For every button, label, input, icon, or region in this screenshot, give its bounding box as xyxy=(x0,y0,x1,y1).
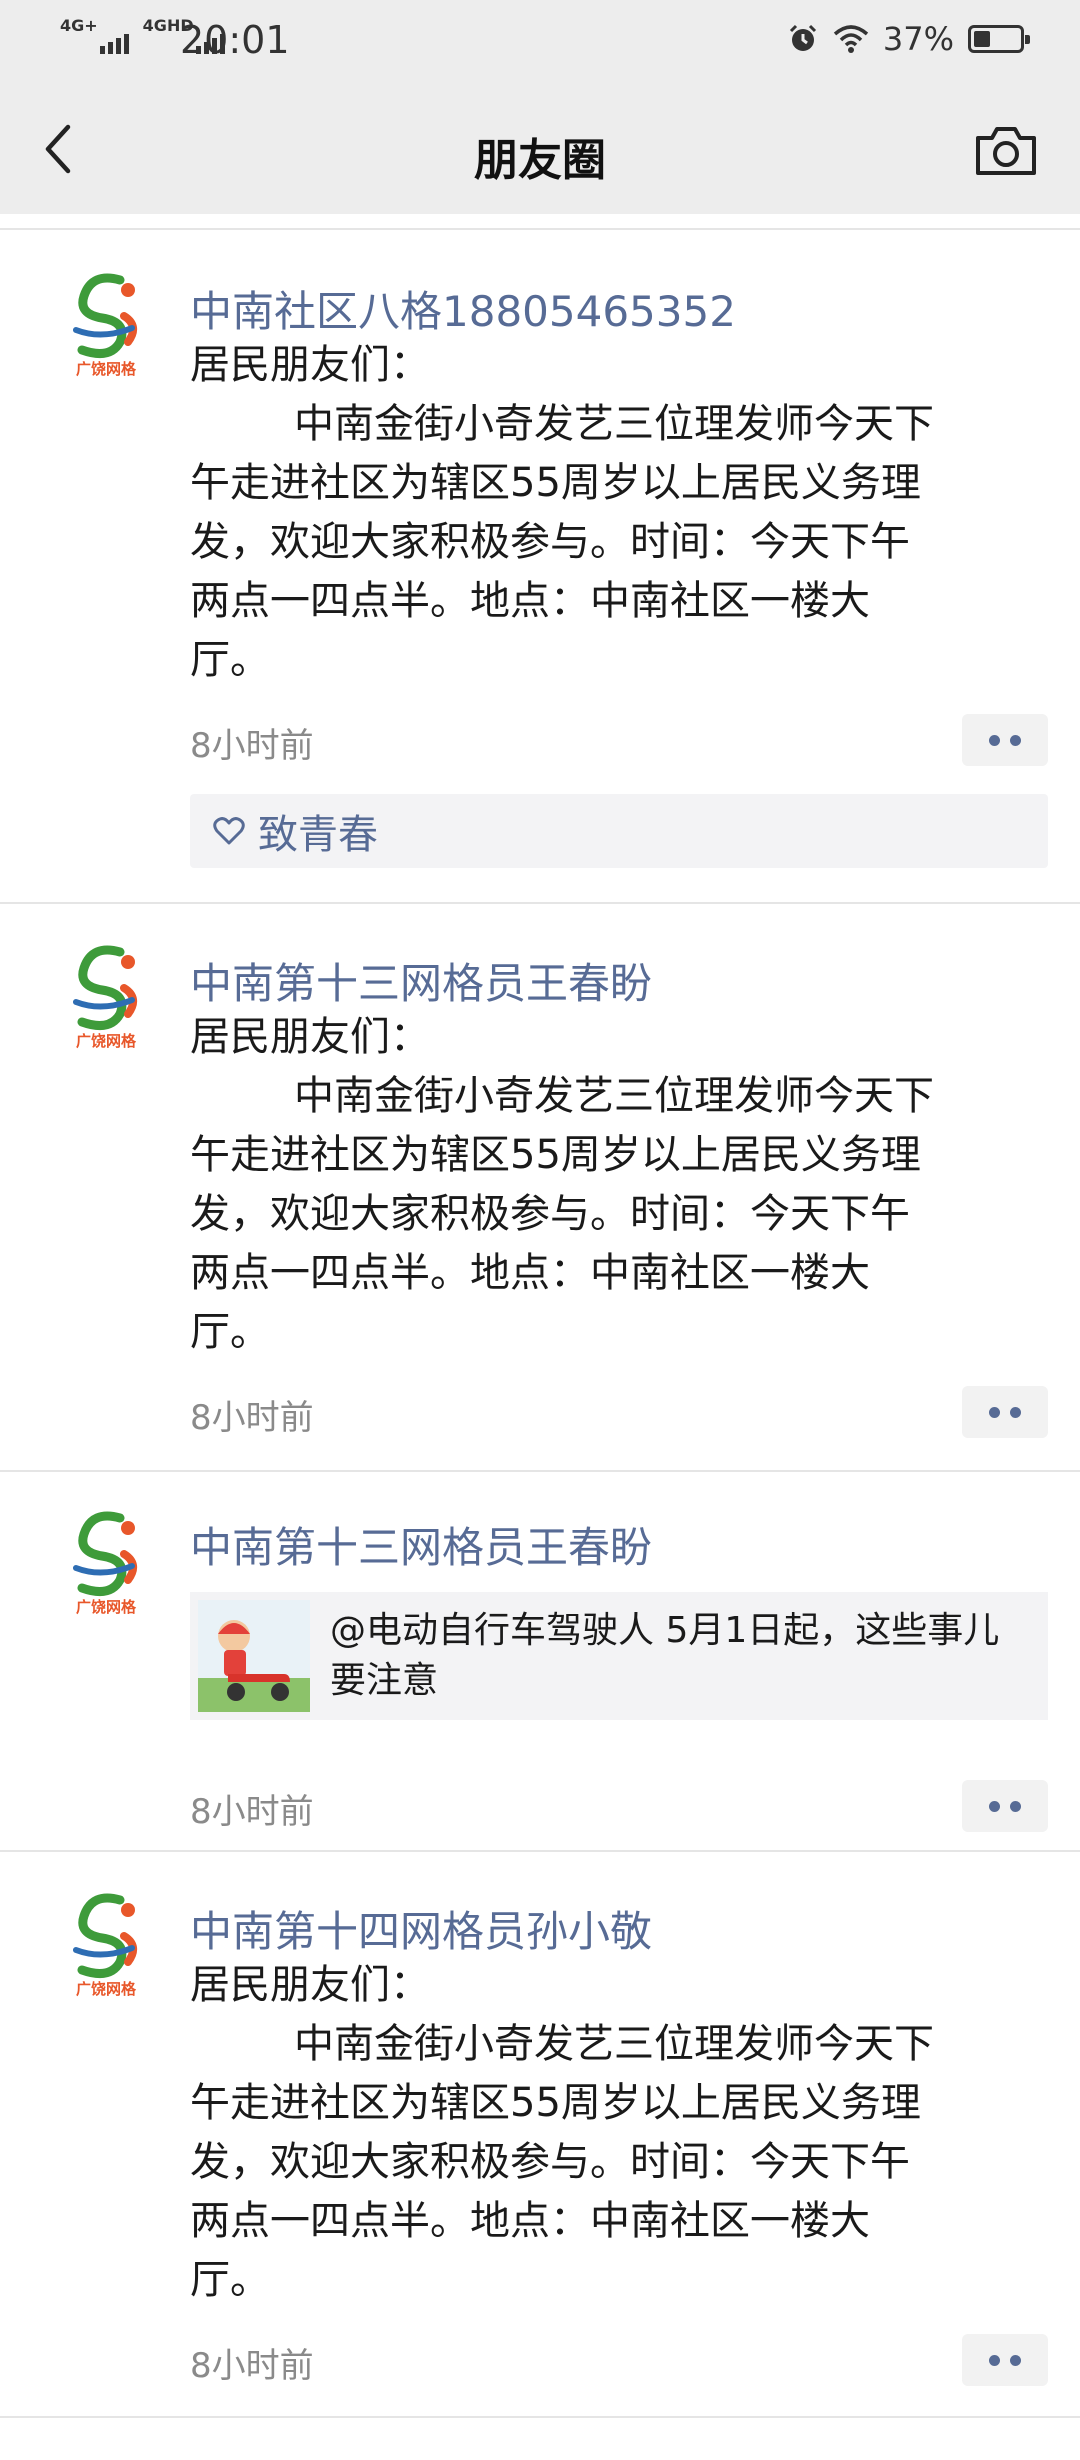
post-greeting: 居民朋友们： xyxy=(190,1014,430,1060)
post-greeting: 居民朋友们： xyxy=(190,342,430,388)
avatar[interactable]: 广饶网格 xyxy=(62,942,150,1050)
post-greeting: 居民朋友们： xyxy=(190,1962,430,2008)
article-line: @电动自行车驾驶人 5月1日起，这些事儿 xyxy=(330,1610,1000,1651)
post-line: 厅。 xyxy=(190,637,270,683)
divider xyxy=(0,228,1080,230)
post-line: 午走进社区为辖区55周岁以上居民义务理 xyxy=(190,2080,921,2126)
article-line: 要注意 xyxy=(330,1660,439,1701)
divider xyxy=(0,1850,1080,1852)
post-line: 两点一四点半。地点：中南社区一楼大 xyxy=(190,578,870,624)
alarm-icon xyxy=(789,24,816,51)
post-author[interactable]: 中南第十三网格员王春盼 xyxy=(190,950,652,1011)
avatar-text: 广饶网格 xyxy=(76,360,137,378)
post-line: 两点一四点半。地点：中南社区一楼大 xyxy=(190,1250,870,1296)
more-dot xyxy=(1010,734,1021,746)
avatar[interactable]: 广饶网格 xyxy=(62,1890,150,1998)
post-line: 发，欢迎大家积极参与。时间：今天下午 xyxy=(190,519,910,565)
camera-button[interactable] xyxy=(972,124,1040,178)
avatar[interactable]: 广饶网格 xyxy=(62,1508,150,1616)
post-line: 午走进社区为辖区55周岁以上居民义务理 xyxy=(190,460,921,506)
article-title: @电动自行车驾驶人 5月1日起，这些事儿 要注意 xyxy=(330,1606,1030,1706)
network-1-label: 4G+ xyxy=(60,16,98,35)
post-line: 两点一四点半。地点：中南社区一楼大 xyxy=(190,2198,870,2244)
divider xyxy=(0,2416,1080,2418)
more-dot xyxy=(989,1406,1000,1418)
signal-icon: 4G+ xyxy=(60,18,129,54)
more-dot xyxy=(1010,1406,1021,1418)
more-button[interactable] xyxy=(962,714,1048,766)
camera-icon xyxy=(976,127,1036,175)
page-title: 朋友圈 xyxy=(474,135,606,186)
more-dot xyxy=(989,1800,1000,1812)
avatar[interactable]: 广饶网格 xyxy=(62,270,150,378)
post-line: 中南金街小奇发艺三位理发师今天下 xyxy=(294,2021,934,2067)
post-time: 8小时前 xyxy=(190,1792,314,1832)
post-line: 厅。 xyxy=(190,2257,270,2303)
battery-fill xyxy=(974,31,990,47)
post-line: 中南金街小奇发艺三位理发师今天下 xyxy=(294,1073,934,1119)
avatar-text: 广饶网格 xyxy=(76,1980,137,1998)
moments-feed[interactable]: 广饶网格 中南社区八格18805465352 居民朋友们： 中南金街小奇发艺三位… xyxy=(0,214,1080,2460)
more-dot xyxy=(989,2354,1000,2366)
status-bar: 4G+ 4GHD 20:01 37% xyxy=(0,0,1080,84)
post-time: 8小时前 xyxy=(190,2346,314,2386)
more-button[interactable] xyxy=(962,1386,1048,1438)
divider xyxy=(0,902,1080,904)
article-thumbnail-image xyxy=(198,1600,310,1712)
post-author[interactable]: 中南第十三网格员王春盼 xyxy=(190,1514,652,1575)
nav-bar: 朋友圈 xyxy=(0,84,1080,214)
shared-article[interactable]: @电动自行车驾驶人 5月1日起，这些事儿 要注意 xyxy=(190,1592,1048,1720)
post-body: 居民朋友们： 中南金街小奇发艺三位理发师今天下 午走进社区为辖区55周岁以上居民… xyxy=(190,1008,1040,1362)
status-right: 37% xyxy=(787,20,1030,58)
post-line: 发，欢迎大家积极参与。时间：今天下午 xyxy=(190,2139,910,2185)
more-button[interactable] xyxy=(962,2334,1048,2386)
more-dot xyxy=(1010,1800,1021,1812)
status-time: 20:01 xyxy=(180,18,290,62)
post-body: 居民朋友们： 中南金街小奇发艺三位理发师今天下 午走进社区为辖区55周岁以上居民… xyxy=(190,1956,1040,2310)
battery-percent: 37% xyxy=(882,20,954,58)
battery-icon xyxy=(968,25,1030,53)
liker-name[interactable]: 致青春 xyxy=(258,802,378,860)
post-line: 中南金街小奇发艺三位理发师今天下 xyxy=(294,401,934,447)
post-line: 厅。 xyxy=(190,1309,270,1355)
wifi-icon xyxy=(833,25,869,53)
post-time: 8小时前 xyxy=(190,1398,314,1438)
post-time: 8小时前 xyxy=(190,726,314,766)
more-dot xyxy=(989,734,1000,746)
more-dot xyxy=(1010,2354,1021,2366)
more-button[interactable] xyxy=(962,1780,1048,1832)
divider xyxy=(0,1470,1080,1472)
avatar-text: 广饶网格 xyxy=(76,1598,137,1616)
avatar-text: 广饶网格 xyxy=(76,1032,137,1050)
heart-icon xyxy=(213,817,245,845)
post-author[interactable]: 中南第十四网格员孙小敬 xyxy=(190,1898,652,1959)
post-line: 午走进社区为辖区55周岁以上居民义务理 xyxy=(190,1132,921,1178)
post-line: 发，欢迎大家积极参与。时间：今天下午 xyxy=(190,1191,910,1237)
likes-bar: 致青春 xyxy=(190,794,1048,868)
post-author[interactable]: 中南社区八格18805465352 xyxy=(190,278,736,339)
post-body: 居民朋友们： 中南金街小奇发艺三位理发师今天下 午走进社区为辖区55周岁以上居民… xyxy=(190,336,1040,690)
